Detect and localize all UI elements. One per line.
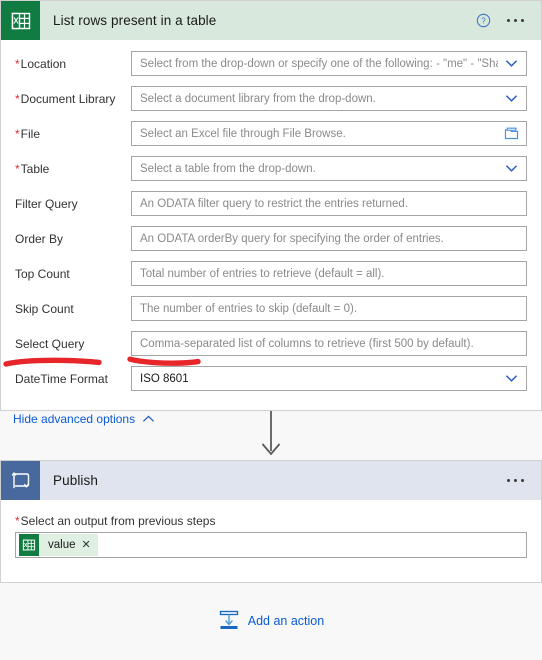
svg-text:?: ? xyxy=(481,17,486,26)
output-field-label: *Select an output from previous steps xyxy=(15,514,216,528)
publish-card-body: *Select an output from previous steps X … xyxy=(1,500,541,558)
output-token-value[interactable]: X value ✕ xyxy=(19,534,98,556)
down-arrow-icon xyxy=(258,410,284,461)
publish-card-header[interactable]: Publish xyxy=(1,461,541,500)
action-card-menu-icon[interactable] xyxy=(505,15,526,26)
field-label-document-library: *Document Library xyxy=(15,91,116,106)
form-row-datetime-format: DateTime Format ISO 8601 xyxy=(1,363,541,394)
field-label-select-query: Select Query xyxy=(15,336,85,351)
field-label-table: *Table xyxy=(15,161,50,176)
datetime-format-select[interactable]: ISO 8601 xyxy=(131,366,527,391)
field-label-order-by: Order By xyxy=(15,231,64,246)
document-library-input[interactable]: Select a document library from the drop-… xyxy=(131,86,527,111)
field-label-skip-count: Skip Count xyxy=(15,301,74,316)
order-by-input[interactable]: An ODATA orderBy query for specifying th… xyxy=(131,226,527,251)
action-card-title: List rows present in a table xyxy=(53,13,217,28)
add-action-icon xyxy=(218,609,240,634)
table-placeholder: Select a table from the drop-down. xyxy=(140,162,316,175)
publish-card-title: Publish xyxy=(53,473,98,488)
required-asterisk: * xyxy=(15,56,20,71)
filter-query-input[interactable]: An ODATA filter query to restrict the en… xyxy=(131,191,527,216)
field-label-filter-query: Filter Query xyxy=(15,196,78,211)
token-label: value xyxy=(48,539,76,551)
publish-card-menu-icon[interactable] xyxy=(505,475,526,486)
table-input[interactable]: Select a table from the drop-down. xyxy=(131,156,527,181)
chevron-down-icon[interactable] xyxy=(502,164,520,173)
chevron-down-icon[interactable] xyxy=(502,59,520,68)
form-row-file: *File Select an Excel file through File … xyxy=(1,118,541,149)
flow-connector xyxy=(0,410,542,461)
select-query-placeholder: Comma-separated list of columns to retri… xyxy=(140,337,474,350)
list-rows-action-card: X List rows present in a table ? *Locati… xyxy=(0,0,542,426)
chevron-down-icon[interactable] xyxy=(502,374,520,383)
required-asterisk: * xyxy=(15,161,20,176)
field-label-file: *File xyxy=(15,126,41,141)
form-row-filter-query: Filter Query An ODATA filter query to re… xyxy=(1,188,541,219)
form-row-top-count: Top Count Total number of entries to ret… xyxy=(1,258,541,289)
folder-browse-icon[interactable] xyxy=(502,127,520,140)
field-label-datetime-format: DateTime Format xyxy=(15,371,108,386)
svg-text:X: X xyxy=(13,16,19,25)
form-row-skip-count: Skip Count The number of entries to skip… xyxy=(1,293,541,324)
close-icon[interactable]: ✕ xyxy=(82,539,91,551)
excel-icon: X xyxy=(19,534,39,556)
required-asterisk: * xyxy=(15,126,20,141)
datetime-format-value: ISO 8601 xyxy=(140,372,189,385)
publish-action-card: Publish *Select an output from previous … xyxy=(0,460,542,583)
required-asterisk: * xyxy=(15,91,20,106)
chevron-down-icon[interactable] xyxy=(502,94,520,103)
publish-loop-icon xyxy=(1,461,40,500)
action-card-header[interactable]: X List rows present in a table ? xyxy=(1,1,541,40)
field-label-location: *Location xyxy=(15,56,67,71)
form-row-table: *Table Select a table from the drop-down… xyxy=(1,153,541,184)
form-row-select-query: Select Query Comma-separated list of col… xyxy=(1,328,541,359)
order-by-placeholder: An ODATA orderBy query for specifying th… xyxy=(140,232,444,245)
excel-icon: X xyxy=(1,1,40,40)
file-input[interactable]: Select an Excel file through File Browse… xyxy=(131,121,527,146)
top-count-input[interactable]: Total number of entries to retrieve (def… xyxy=(131,261,527,286)
action-card-body: *Location Select from the drop-down or s… xyxy=(1,48,541,428)
svg-text:X: X xyxy=(24,543,28,549)
add-an-action-label: Add an action xyxy=(247,614,325,628)
location-placeholder: Select from the drop-down or specify one… xyxy=(140,57,498,70)
filter-query-placeholder: An ODATA filter query to restrict the en… xyxy=(140,197,409,210)
skip-count-input[interactable]: The number of entries to skip (default =… xyxy=(131,296,527,321)
form-row-order-by: Order By An ODATA orderBy query for spec… xyxy=(1,223,541,254)
form-row-location: *Location Select from the drop-down or s… xyxy=(1,48,541,79)
top-count-placeholder: Total number of entries to retrieve (def… xyxy=(140,267,385,280)
output-token-input[interactable]: X value ✕ xyxy=(15,532,527,558)
add-an-action-button[interactable]: Add an action xyxy=(0,608,542,634)
location-input[interactable]: Select from the drop-down or specify one… xyxy=(131,51,527,76)
document-library-placeholder: Select a document library from the drop-… xyxy=(140,92,376,105)
required-asterisk: * xyxy=(15,514,20,528)
field-label-top-count: Top Count xyxy=(15,266,70,281)
form-row-document-library: *Document Library Select a document libr… xyxy=(1,83,541,114)
select-query-input[interactable]: Comma-separated list of columns to retri… xyxy=(131,331,527,356)
help-circle-icon[interactable]: ? xyxy=(475,13,491,29)
file-placeholder: Select an Excel file through File Browse… xyxy=(140,127,346,140)
skip-count-placeholder: The number of entries to skip (default =… xyxy=(140,302,358,315)
